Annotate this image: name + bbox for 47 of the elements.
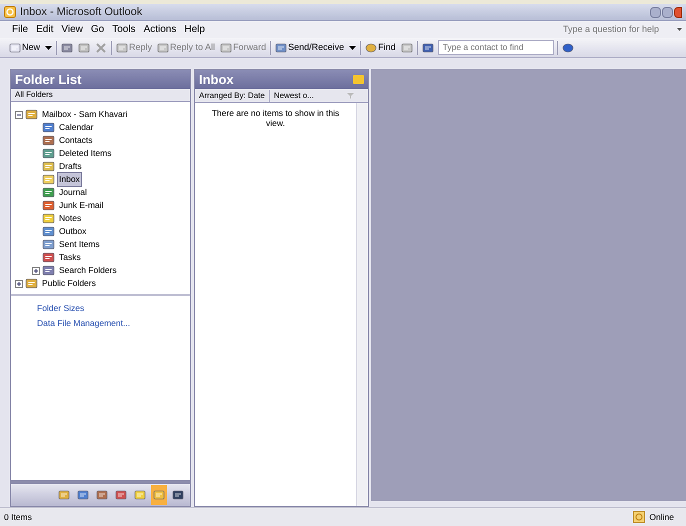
menu-item[interactable]: Tools [112,22,136,37]
collapse-icon[interactable] [15,110,23,119]
caret-icon[interactable] [677,28,682,31]
close-button[interactable] [674,6,682,18]
scrollbar[interactable] [356,103,368,506]
window-title: Inbox - Microsoft Outlook [20,4,142,20]
close-icon [95,42,108,54]
folder-item[interactable]: Tasks [57,250,83,265]
folder-item[interactable]: Deleted Items [57,146,114,161]
contact-search-field[interactable]: Type a contact to find [438,40,554,55]
folder-item[interactable]: Contacts [57,133,95,148]
connection-status: Online [633,510,682,524]
link[interactable]: Folder Sizes [37,302,190,314]
menu-item[interactable]: Actions [144,22,176,37]
folder-item[interactable]: Calendar [57,120,96,135]
pane-subheader: All Folders [11,89,190,102]
toolbar-button[interactable]: Find [364,40,397,56]
minimize-button[interactable] [650,6,661,18]
maximize-button[interactable] [662,6,673,18]
menu-item[interactable]: Edit [36,22,54,37]
link[interactable]: Data File Management... [37,316,190,330]
expand-icon[interactable] [32,266,40,275]
menu-item[interactable]: View [61,22,83,37]
sort-order-header[interactable]: Newest o... [270,90,318,102]
folder-item[interactable]: Mailbox - Sam Khavari [40,107,130,122]
menu-item[interactable]: Help [184,22,205,37]
folder-item[interactable]: Public Folders [40,276,98,291]
help-search-field[interactable]: Type a question for help [563,22,673,36]
pane-header: Folder List [11,70,190,89]
pane-header: Inbox [199,70,234,89]
folder-item[interactable]: Notes [57,211,84,226]
empty-list-message: There are no items to show in this view. [210,107,340,130]
folder-item[interactable]: Sent Items [57,237,102,252]
toolbar-button[interactable]: Send/Receive [274,40,358,56]
menu-item[interactable]: File [12,22,28,37]
folder-item[interactable]: Junk E-mail [57,198,106,213]
menu-item[interactable]: Go [90,22,104,37]
toolbar-button[interactable]: New [8,40,54,56]
folder-item[interactable]: Search Folders [57,263,119,278]
folder-item[interactable]: Drafts [57,159,84,174]
expand-icon[interactable] [15,280,23,288]
folder-item[interactable]: Journal [57,185,89,200]
status-text: 0 Items [4,510,32,524]
folder-item[interactable]: Outbox [57,224,88,239]
filter-icon [347,92,354,98]
folder-item[interactable]: Inbox [57,172,82,187]
arranged-by-header[interactable]: Arranged By: Date [195,90,270,102]
